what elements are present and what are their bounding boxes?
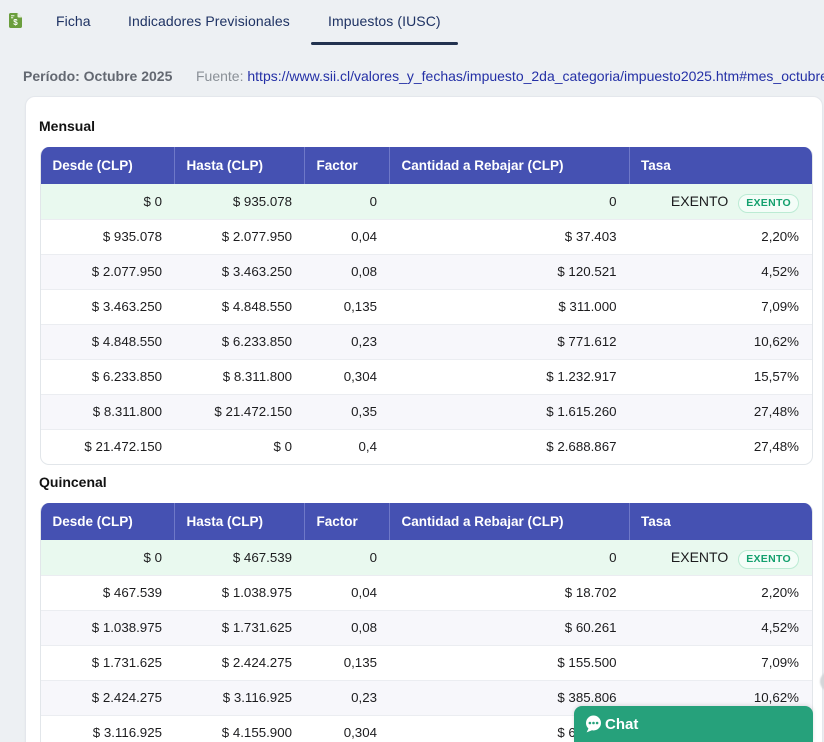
svg-text:$: $ (13, 18, 18, 27)
